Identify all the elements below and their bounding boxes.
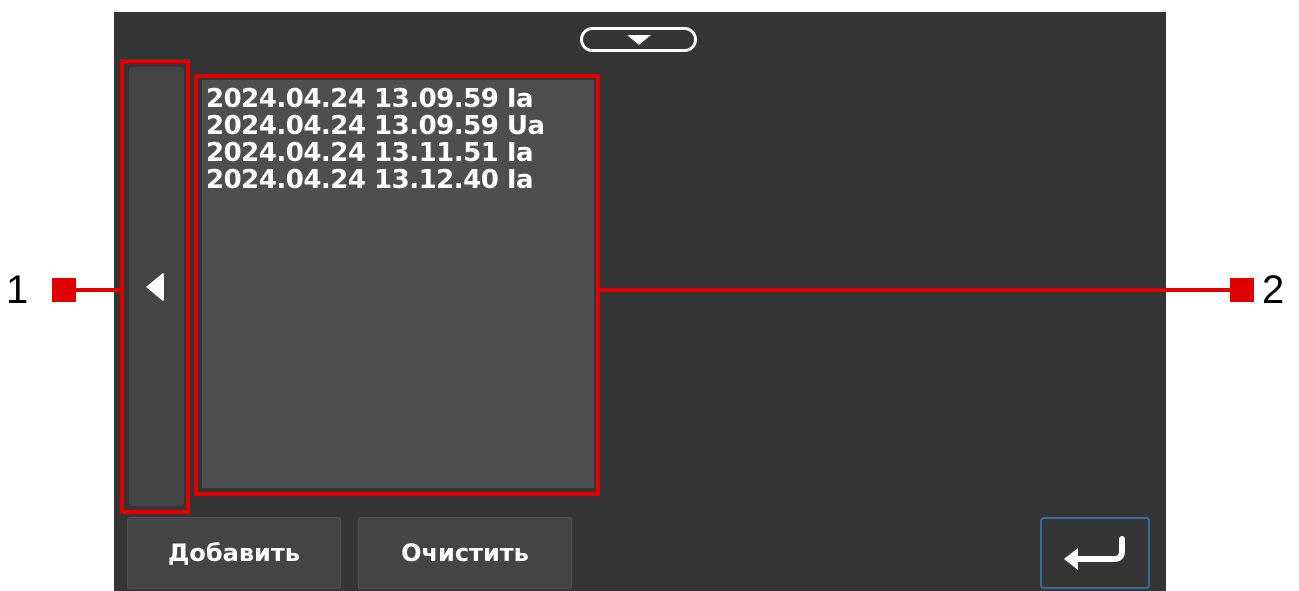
- collapse-toggle-button[interactable]: [580, 27, 697, 52]
- add-button[interactable]: Добавить: [127, 517, 341, 589]
- callout-marker-1: [52, 278, 76, 302]
- clear-button[interactable]: Очистить: [358, 517, 572, 589]
- callout-marker-2: [1230, 278, 1254, 302]
- callout-line-1: [76, 288, 122, 292]
- callout-box-1: [120, 59, 190, 514]
- callout-number-2: 2: [1262, 268, 1285, 312]
- callout-box-2: [194, 74, 600, 496]
- callout-number-1: 1: [6, 268, 29, 312]
- enter-return-icon: [1064, 536, 1125, 570]
- chevron-down-icon: [626, 34, 651, 45]
- enter-button[interactable]: [1040, 517, 1150, 589]
- callout-line-2: [598, 288, 1230, 292]
